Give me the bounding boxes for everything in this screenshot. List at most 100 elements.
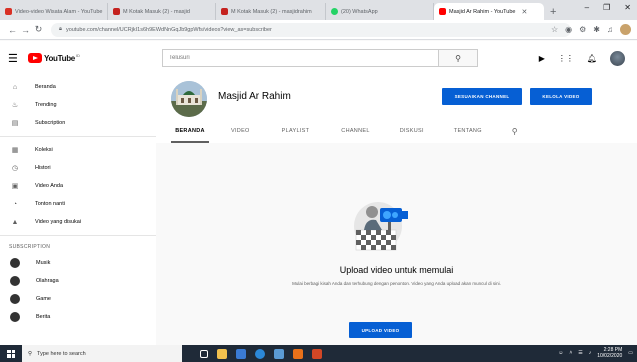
sidebar-subscription-item[interactable]: Olahraga — [0, 272, 156, 290]
windows-taskbar: ⚲ Type here to search ☺ ˄ ☰ ♪ 2:28 PM 10… — [0, 345, 637, 362]
tab-video[interactable]: VIDEO — [231, 119, 250, 143]
browser-tab-active[interactable]: Masjid Ar Rahim - YouTube ✕ — [434, 3, 544, 20]
channel-name: Masjid Ar Rahim — [218, 91, 291, 102]
youtube-play-icon — [28, 53, 42, 63]
apps-grid-icon[interactable]: ⋮⋮ — [558, 54, 574, 63]
tab-beranda[interactable]: BERANDA — [171, 119, 209, 143]
sidebar-item-tonton-nanti[interactable]: ◔ Tonton nanti — [0, 195, 156, 213]
subscriptions-icon: ▤ — [11, 120, 19, 127]
search-input[interactable] — [162, 49, 438, 67]
sidebar-item-video-disukai[interactable]: ▲ Video yang disukai — [0, 213, 156, 231]
manage-videos-button[interactable]: KELOLA VIDEO — [530, 88, 592, 105]
channel-tabs: BERANDA VIDEO PLAYLIST CHANNEL DISKUSI T… — [171, 119, 518, 143]
chevron-up-icon[interactable]: ˄ — [569, 350, 572, 356]
tab-diskusi[interactable]: DISKUSI — [400, 119, 424, 143]
taskbar-search-box[interactable]: ⚲ Type here to search — [22, 345, 182, 362]
empty-state-description: Mulai berbagi kisah Anda dan terhubung d… — [292, 281, 501, 286]
browser-tab[interactable]: M Kotak Masuk (2) - masjidrahim — [216, 3, 326, 20]
star-icon[interactable]: ☆ — [551, 25, 558, 34]
header-actions: ▶︎ ⋮⋮ 🔔︎ — [539, 51, 625, 66]
system-tray: ☺ ˄ ☰ ♪ 2:28 PM 10/02/2020 ▭ — [558, 347, 633, 359]
browser-tab[interactable]: Video-video Wisata Alam - YouTube — [0, 3, 108, 20]
extension-icon[interactable]: ⚙ — [579, 25, 586, 34]
youtube-favicon-icon — [439, 8, 446, 15]
network-icon[interactable]: ☰ — [578, 350, 582, 356]
people-icon[interactable]: ☺ — [558, 350, 563, 356]
sidebar: ⌂ Beranda ♨ Trending ▤ Subscription ▦ Koleks… — [0, 75, 156, 345]
media-icon[interactable]: ♫ — [607, 25, 613, 34]
create-video-icon[interactable]: ▶︎ — [539, 54, 545, 63]
edge-icon[interactable] — [255, 348, 265, 359]
sidebar-item-beranda[interactable]: ⌂ Beranda — [0, 78, 156, 96]
hamburger-menu-icon[interactable]: ☰ — [8, 52, 18, 65]
reload-icon[interactable]: ↻ — [32, 24, 45, 35]
sidebar-subscription-item[interactable]: Musik — [0, 254, 156, 272]
sidebar-item-histori[interactable]: ◷ Histori — [0, 159, 156, 177]
sidebar-subscription-item[interactable]: Berita — [0, 308, 156, 326]
browser-tab-strip: Video-video Wisata Alam - YouTube M Kota… — [0, 0, 637, 20]
new-tab-button[interactable]: + — [550, 3, 556, 20]
close-window-button[interactable]: ✕ — [624, 3, 631, 12]
browser-tab[interactable]: (20) WhatsApp — [326, 3, 434, 20]
start-button[interactable] — [0, 349, 22, 358]
windows-logo-icon — [7, 349, 15, 358]
user-avatar[interactable] — [610, 51, 625, 66]
gmail-icon — [113, 8, 120, 15]
customize-channel-button[interactable]: SESUAIKAN CHANNEL — [442, 88, 522, 105]
maximize-button[interactable]: ❐ — [603, 3, 610, 12]
sidebar-divider — [0, 235, 156, 236]
sidebar-item-video-anda[interactable]: ▣ Video Anda — [0, 177, 156, 195]
search-button[interactable]: ⚲ — [438, 49, 478, 67]
browser-tab[interactable]: M Kotak Masuk (2) - masjid — [108, 3, 216, 20]
minimize-button[interactable]: – — [585, 3, 589, 12]
upload-illustration-icon — [354, 202, 408, 251]
watch-later-icon: ◔ — [12, 200, 18, 208]
profile-avatar[interactable] — [620, 24, 631, 35]
liked-icon: ▲ — [11, 218, 19, 226]
subscriptions-heading: SUBSCRIPTION — [9, 244, 51, 250]
sidebar-subscription-item[interactable]: Game — [0, 290, 156, 308]
back-arrow-icon[interactable]: ← — [6, 25, 19, 35]
search-icon: ⚲ — [28, 350, 33, 357]
gmail-icon — [221, 8, 228, 15]
notifications-bell-icon[interactable]: 🔔︎ — [587, 54, 597, 63]
sidebar-item-trending[interactable]: ♨ Trending — [0, 96, 156, 114]
channel-avatar-icon — [10, 258, 20, 268]
sidebar-item-koleksi[interactable]: ▦ Koleksi — [0, 141, 156, 159]
address-bar[interactable]: 🔒︎ youtube.com/channel/UCRjkI1s6h9EWdNnGq… — [51, 22, 571, 37]
office-icon[interactable] — [293, 348, 303, 359]
sidebar-item-subscription[interactable]: ▤ Subscription — [0, 114, 156, 132]
forward-arrow-icon[interactable]: → — [19, 25, 32, 35]
taskbar-apps — [200, 348, 322, 359]
tab-channel[interactable]: CHANNEL — [341, 119, 369, 143]
favicon-icon — [5, 8, 12, 15]
channel-header: Masjid Ar Rahim SESUAIKAN CHANNEL KELOLA… — [156, 75, 637, 143]
extension-icon[interactable]: ◉ — [565, 25, 572, 34]
lock-icon: 🔒︎ — [59, 26, 62, 32]
tab-playlist[interactable]: PLAYLIST — [282, 119, 310, 143]
library-icon: ▦ — [11, 147, 19, 154]
volume-icon[interactable]: ♪ — [589, 350, 592, 356]
mail-icon[interactable] — [274, 348, 284, 359]
youtube-logo[interactable]: YouTube ID — [28, 53, 80, 63]
powerpoint-icon[interactable] — [312, 348, 322, 359]
store-icon[interactable] — [236, 348, 246, 359]
mosque-photo-icon — [171, 81, 207, 117]
upload-video-button[interactable]: UPLOAD VIDEO — [349, 322, 412, 338]
notifications-icon[interactable]: ▭ — [628, 350, 633, 356]
whatsapp-icon — [331, 8, 338, 15]
channel-avatar[interactable] — [171, 81, 207, 117]
extension-icons: ☆ ◉ ⚙ ✱ ♫ — [551, 24, 631, 35]
channel-search-icon[interactable]: ⚲ — [512, 119, 518, 143]
task-view-icon[interactable] — [200, 349, 208, 358]
close-tab-icon[interactable]: ✕ — [521, 8, 527, 16]
channel-avatar-icon — [10, 294, 20, 304]
channel-content: Upload video untuk memulai Mulai berbagi… — [156, 143, 637, 345]
browser-toolbar: ← → ↻ 🔒︎ youtube.com/channel/UCRjkI1s6h9E… — [0, 20, 637, 40]
tab-tentang[interactable]: TENTANG — [454, 119, 482, 143]
taskbar-clock[interactable]: 2:28 PM 10/02/2020 — [597, 347, 622, 359]
channel-avatar-icon — [10, 276, 20, 286]
search-icon: ⚲ — [455, 53, 461, 63]
file-explorer-icon[interactable] — [217, 348, 227, 359]
puzzle-icon[interactable]: ✱ — [593, 25, 600, 34]
